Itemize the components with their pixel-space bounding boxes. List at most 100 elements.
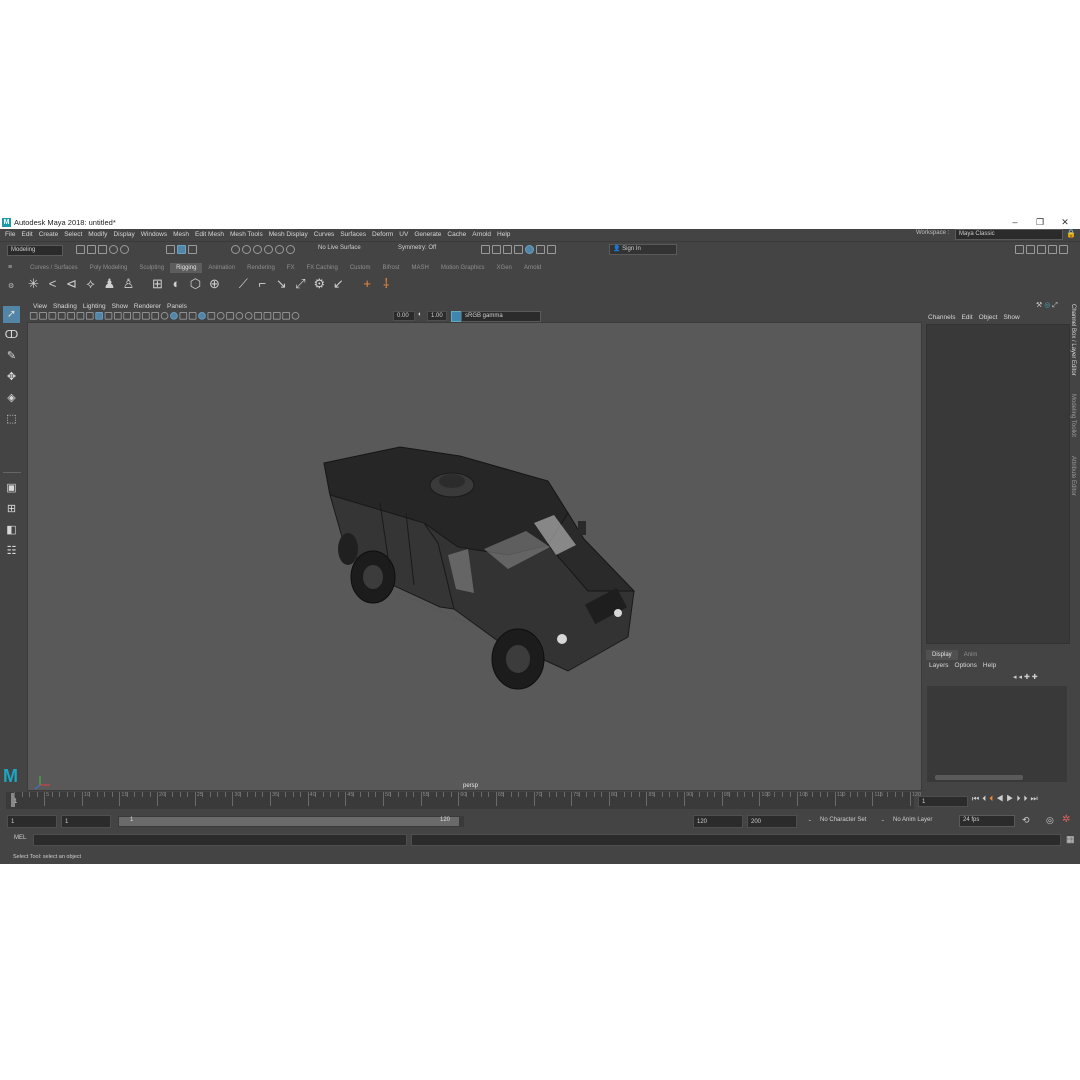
attribute-editor-icon[interactable]: [1026, 245, 1035, 254]
close-button[interactable]: ✕: [1054, 217, 1076, 228]
symmetry-label[interactable]: Symmetry: Off: [398, 245, 436, 251]
menu-mesh-tools[interactable]: Mesh Tools: [227, 229, 266, 240]
select-tool-icon[interactable]: ➚: [3, 306, 20, 323]
outliner-icon[interactable]: ☷: [3, 543, 20, 560]
object-mode-icon[interactable]: [177, 245, 186, 254]
grease-pencil-icon[interactable]: [76, 312, 85, 320]
anim-layer-icon[interactable]: ⁃: [881, 817, 885, 825]
fps-dropdown[interactable]: 24 fps: [959, 815, 1015, 827]
perspective-viewport[interactable]: persp: [27, 322, 922, 791]
tool-settings-icon[interactable]: [1037, 245, 1046, 254]
color-space-dropdown[interactable]: sRGB gamma: [461, 311, 541, 322]
snap-view-plane-icon[interactable]: [264, 245, 273, 254]
channel-box-menu-edit[interactable]: Edit: [958, 312, 975, 323]
cluster-icon[interactable]: ⟋: [236, 276, 251, 291]
lasso-tool-icon[interactable]: ↀ: [3, 327, 20, 344]
anim-layer-dropdown[interactable]: No Anim Layer: [893, 817, 932, 823]
persp-outliner-icon[interactable]: ◧: [3, 522, 20, 539]
menu-file[interactable]: File: [2, 229, 18, 240]
menu-generate[interactable]: Generate: [411, 229, 444, 240]
exposure-field[interactable]: 0.00: [393, 311, 415, 321]
layer-tab-anim[interactable]: Anim: [958, 650, 984, 660]
shelf-tab-rendering[interactable]: Rendering: [241, 263, 281, 273]
current-frame-field[interactable]: 1: [918, 796, 968, 807]
render-frame-icon[interactable]: [481, 245, 490, 254]
menu-deform[interactable]: Deform: [369, 229, 396, 240]
layer-menu-options[interactable]: Options: [952, 660, 980, 671]
new-layer-icon[interactable]: ✚: [1024, 674, 1030, 681]
render-settings-icon[interactable]: [503, 245, 512, 254]
menu-surfaces[interactable]: Surfaces: [337, 229, 369, 240]
move-tool-icon[interactable]: ✥: [3, 369, 20, 386]
menu-windows[interactable]: Windows: [138, 229, 170, 240]
menu-select[interactable]: Select: [61, 229, 85, 240]
xray-icon[interactable]: [263, 312, 272, 320]
redo-icon[interactable]: [120, 245, 129, 254]
smooth-shade-icon[interactable]: [170, 312, 178, 320]
menu-mesh[interactable]: Mesh: [170, 229, 192, 240]
channel-box-menu-channels[interactable]: Channels: [925, 312, 958, 323]
snap-center-icon[interactable]: [286, 245, 295, 254]
menu-cache[interactable]: Cache: [444, 229, 469, 240]
playback-end-field[interactable]: 120: [693, 815, 743, 828]
component-mode-icon[interactable]: [188, 245, 197, 254]
side-tab-modeling-toolkit[interactable]: Modeling Toolkit: [1070, 394, 1076, 437]
gate-mask-icon[interactable]: [123, 312, 131, 320]
skeleton-icon[interactable]: ♙: [121, 276, 136, 291]
shelf-tab-custom[interactable]: Custom: [344, 263, 377, 273]
range-slider[interactable]: 1 120: [118, 816, 464, 827]
snap-grid-icon[interactable]: [231, 245, 240, 254]
lock-icon[interactable]: 🔒: [1066, 229, 1076, 238]
sign-in-dropdown[interactable]: 👤 Sign In: [609, 244, 677, 255]
shelf-tab-bifrost[interactable]: Bifrost: [377, 263, 406, 273]
character-set-icon[interactable]: ⁃: [808, 817, 812, 825]
shadows-icon[interactable]: [207, 312, 216, 320]
go-to-end-icon[interactable]: ⏭: [1030, 794, 1040, 803]
snap-curve-icon[interactable]: [242, 245, 251, 254]
move-layer-down-icon[interactable]: ◂: [1018, 674, 1022, 681]
set-driven-key-icon[interactable]: ⸸: [379, 276, 394, 291]
shelf-tab-fx-caching[interactable]: FX Caching: [300, 263, 343, 273]
scale-tool-icon[interactable]: ⬚: [3, 411, 20, 428]
textured-icon[interactable]: [188, 312, 197, 320]
new-layer-selected-icon[interactable]: ✚: [1032, 674, 1038, 681]
menu-help[interactable]: Help: [494, 229, 513, 240]
interactive-bind-icon[interactable]: ⊕: [207, 276, 222, 291]
layer-list[interactable]: [927, 686, 1067, 782]
depth-of-field-icon[interactable]: [244, 312, 253, 320]
snap-surface-icon[interactable]: [275, 245, 284, 254]
loop-icon[interactable]: ⟲: [1022, 815, 1030, 826]
animation-preferences-icon[interactable]: ✲: [1062, 814, 1070, 825]
joint-tool-icon[interactable]: ✳: [26, 276, 41, 291]
live-surface-label[interactable]: No Live Surface: [318, 245, 361, 251]
layer-menu-layers[interactable]: Layers: [926, 660, 952, 671]
menu-curves[interactable]: Curves: [311, 229, 338, 240]
channel-box-body[interactable]: [926, 324, 1070, 644]
script-editor-icon[interactable]: ▦: [1066, 834, 1075, 845]
move-layer-up-icon[interactable]: ◂: [1013, 674, 1017, 681]
hypershade-icon[interactable]: [514, 245, 523, 254]
layer-list-scrollbar[interactable]: [935, 775, 1023, 780]
side-tab-channel-box[interactable]: Channel Box / Layer Editor: [1070, 304, 1076, 376]
layer-menu-help[interactable]: Help: [980, 660, 999, 671]
layer-tab-display[interactable]: Display: [926, 650, 958, 660]
use-all-lights-icon[interactable]: [198, 312, 206, 320]
shelf-tab-animation[interactable]: Animation: [202, 263, 241, 273]
shelf-menu-icon[interactable]: ≡: [8, 264, 12, 271]
quick-rig-icon[interactable]: ⟡: [83, 276, 98, 291]
vehicle-model[interactable]: [28, 323, 921, 790]
wireframe-shading-icon[interactable]: [160, 312, 169, 320]
exposure-icon[interactable]: [291, 312, 300, 320]
layout-icon[interactable]: ⚒: [1036, 302, 1042, 309]
aim-constraint-icon[interactable]: ⚙: [312, 276, 327, 291]
menu-uv[interactable]: UV: [396, 229, 411, 240]
film-gate-icon[interactable]: [104, 312, 113, 320]
menu-create[interactable]: Create: [36, 229, 62, 240]
command-input[interactable]: [33, 834, 407, 846]
channel-box-icon[interactable]: [1048, 245, 1057, 254]
rotate-tool-icon[interactable]: ◈: [3, 390, 20, 407]
side-tab-attribute-editor[interactable]: Attribute Editor: [1070, 456, 1076, 496]
shelf-tab-motion-graphics[interactable]: Motion Graphics: [435, 263, 491, 273]
outliner-icon[interactable]: [1059, 245, 1068, 254]
humanik-icon[interactable]: ♟: [102, 276, 117, 291]
